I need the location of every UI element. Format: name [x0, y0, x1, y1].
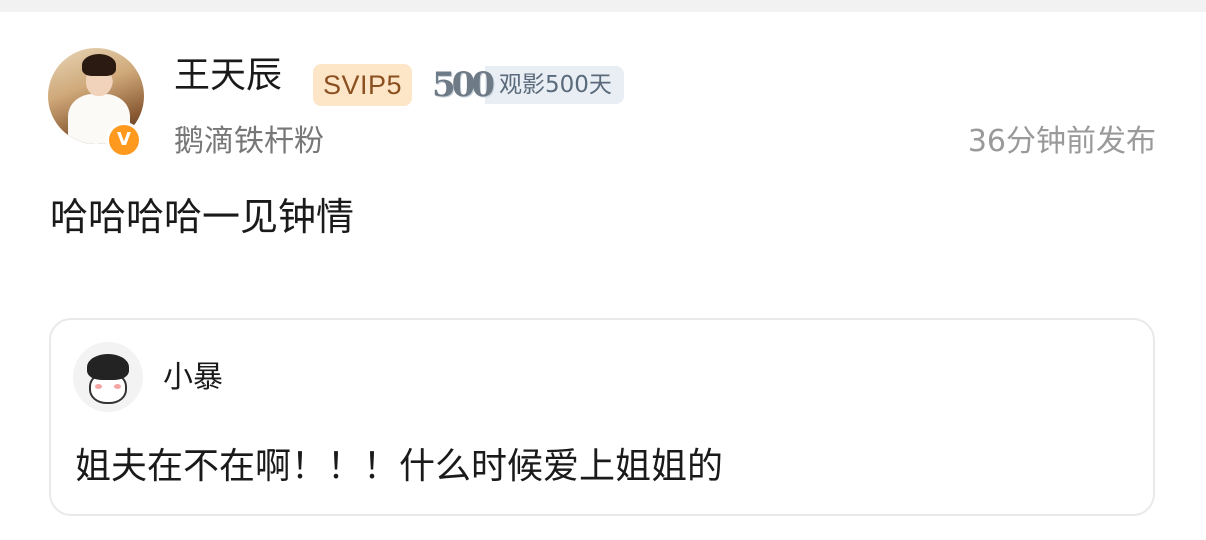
quoted-comment-text: 姐夫在不在啊！！！什么时候爱上姐姐的	[75, 446, 724, 487]
watch-days-label: 观影500天	[484, 66, 624, 104]
author-name[interactable]: 王天辰	[174, 54, 282, 98]
quoted-comment-card[interactable]: 小暴 姐夫在不在啊！！！什么时候爱上姐姐的	[49, 318, 1155, 516]
quoted-author-name[interactable]: 小暴	[163, 358, 223, 398]
quoted-author-avatar[interactable]	[73, 342, 143, 412]
top-bar	[0, 0, 1206, 12]
verified-v-icon: V	[106, 122, 142, 158]
fan-tag: 鹅滴铁杆粉	[174, 124, 324, 159]
post-content: 哈哈哈哈一见钟情	[50, 195, 355, 239]
comment-post: V 王天辰 SVIP5 500 观影500天 鹅滴铁杆粉 36分钟前发布 哈哈哈…	[0, 12, 1206, 540]
watch-days-number: 500	[432, 65, 495, 105]
watch-days-badge[interactable]: 500 观影500天	[432, 64, 624, 106]
post-timestamp: 36分钟前发布	[967, 124, 1156, 159]
svip-badge[interactable]: SVIP5	[313, 64, 413, 106]
